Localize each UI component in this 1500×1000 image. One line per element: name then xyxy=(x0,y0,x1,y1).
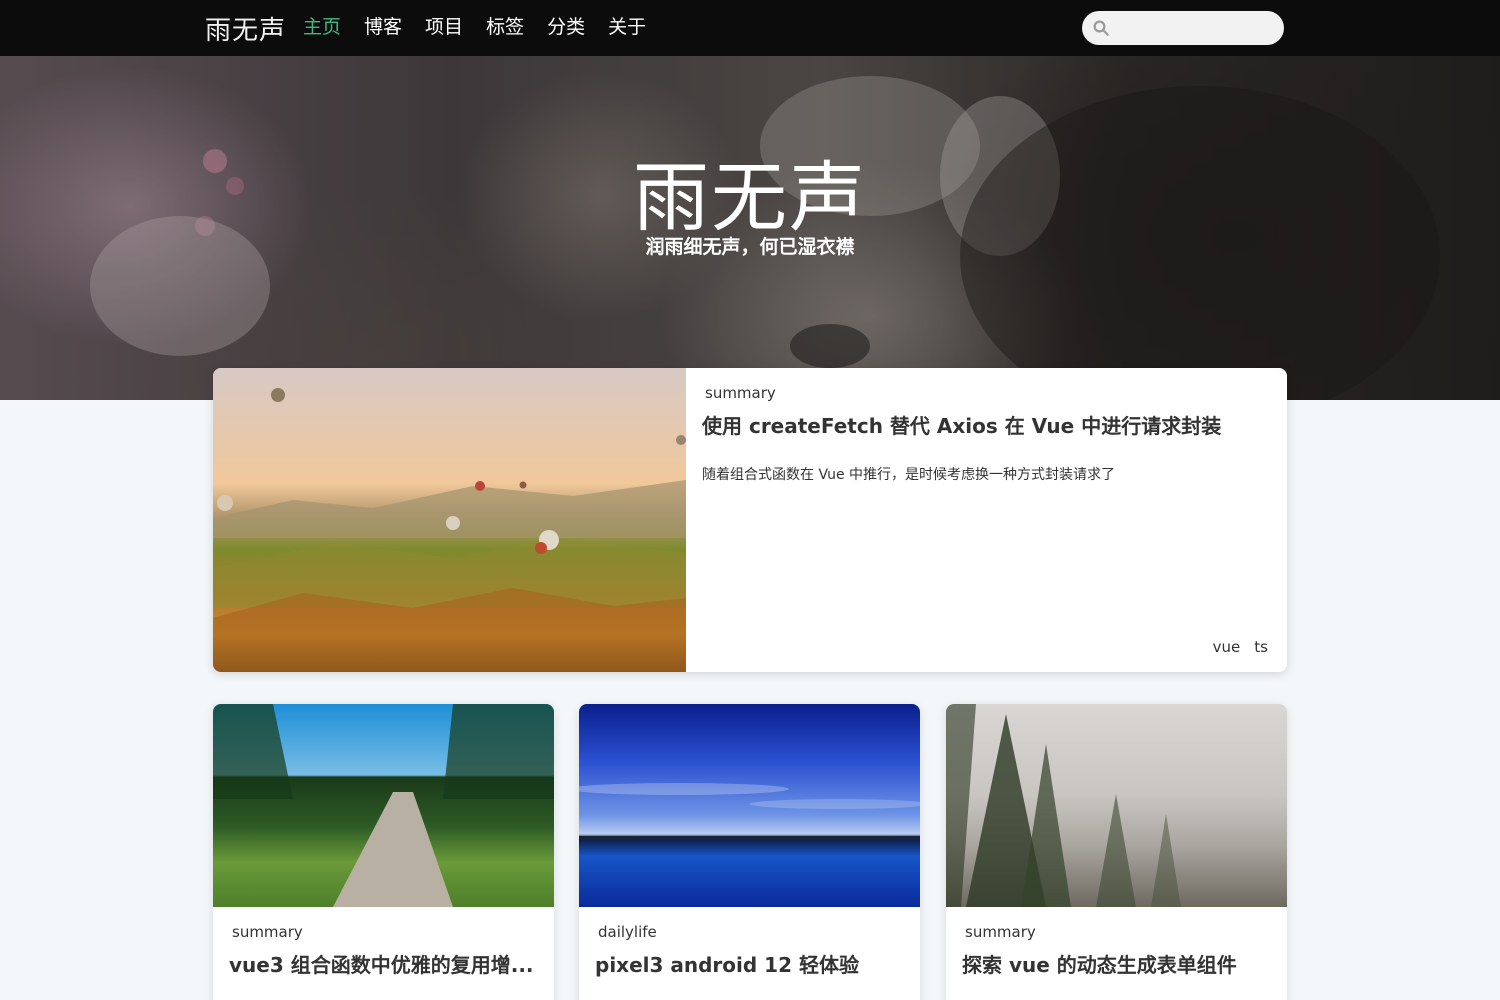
post-image[interactable] xyxy=(213,704,554,907)
lake-illustration xyxy=(579,783,920,840)
nav-item-home[interactable]: 主页 xyxy=(303,14,341,40)
post-tags: vue ts xyxy=(1213,638,1268,656)
nav-item-about[interactable]: 关于 xyxy=(608,14,646,40)
hero-title: 雨无声 xyxy=(633,153,867,242)
featured-post-image[interactable] xyxy=(213,368,686,672)
nav-menu: 主页 博客 项目 标签 分类 关于 xyxy=(303,14,669,40)
nav-item-blog[interactable]: 博客 xyxy=(364,14,402,40)
balloon-landscape-illustration xyxy=(213,388,686,672)
foggy-forest-illustration xyxy=(946,704,1181,907)
nav-item-categories[interactable]: 分类 xyxy=(547,14,585,40)
post-category[interactable]: summary xyxy=(965,923,1036,941)
post-title[interactable]: 使用 createFetch 替代 Axios 在 Vue 中进行请求封装 xyxy=(702,410,1221,439)
featured-post-body: summary 使用 createFetch 替代 Axios 在 Vue 中进… xyxy=(686,368,1287,672)
post-image[interactable] xyxy=(579,704,920,907)
search-box[interactable] xyxy=(1082,11,1284,45)
search-icon xyxy=(1093,20,1109,36)
hero-banner: 雨无声 润雨细无声，何已湿衣襟 xyxy=(0,56,1500,400)
post-title[interactable]: 探索 vue 的动态生成表单组件 xyxy=(962,949,1272,978)
search-input[interactable] xyxy=(1116,20,1276,36)
post-category[interactable]: summary xyxy=(705,384,776,402)
post-card[interactable]: summary vue3 组合函数中优雅的复用增... xyxy=(213,704,554,1000)
post-title[interactable]: vue3 组合函数中优雅的复用增... xyxy=(229,949,539,978)
post-card[interactable]: summary 探索 vue 的动态生成表单组件 xyxy=(946,704,1287,1000)
post-card[interactable]: dailylife pixel3 android 12 轻体验 xyxy=(579,704,920,1000)
site-brand[interactable]: 雨无声 xyxy=(205,10,286,47)
post-category[interactable]: dailylife xyxy=(598,923,657,941)
tag-link[interactable]: ts xyxy=(1254,638,1268,656)
nav-item-projects[interactable]: 项目 xyxy=(425,14,463,40)
top-navbar: 雨无声 主页 博客 项目 标签 分类 关于 xyxy=(0,0,1500,56)
post-image[interactable] xyxy=(946,704,1287,907)
post-title[interactable]: pixel3 android 12 轻体验 xyxy=(595,949,905,978)
post-category[interactable]: summary xyxy=(232,923,303,941)
featured-post-card[interactable]: summary 使用 createFetch 替代 Axios 在 Vue 中进… xyxy=(213,368,1287,672)
tag-link[interactable]: vue xyxy=(1213,638,1241,656)
path-landscape-illustration xyxy=(213,704,554,907)
hero-subtitle: 润雨细无声，何已湿衣襟 xyxy=(645,236,855,258)
nav-item-tags[interactable]: 标签 xyxy=(486,14,524,40)
post-summary: 随着组合式函数在 Vue 中推行，是时候考虑换一种方式封装请求了 xyxy=(702,467,1116,483)
